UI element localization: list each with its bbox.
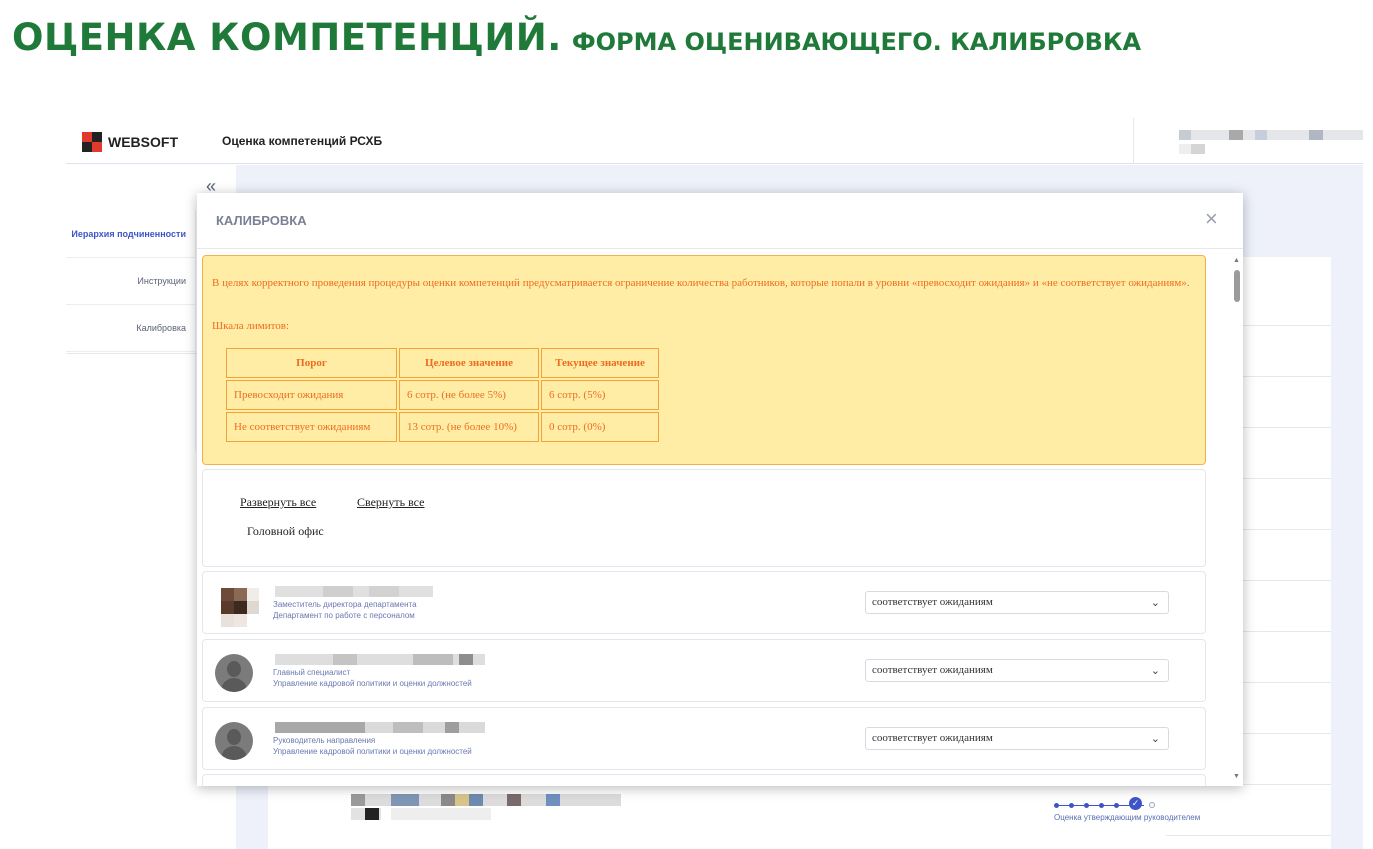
collapse-all-link[interactable]: Свернуть все [357,495,424,510]
header-divider [1133,118,1134,164]
slide-subtitle: ФОРМА ОЦЕНИВАЮЩЕГО. КАЛИБРОВКА [571,28,1142,56]
limits-cell: Превосходит ожидания [226,380,397,410]
blurred-employee-name [273,654,488,665]
chevron-down-icon: ⌄ [1150,664,1160,677]
rating-select[interactable]: соответствует ожиданиям ⌄ [865,659,1169,682]
stage-label: Оценка утверждающим руководителем [1054,813,1201,822]
stepper-dot [1114,803,1119,808]
avatar [221,588,263,627]
hierarchy-tree: Развернуть все Свернуть все Головной офи… [202,469,1206,567]
employee-position: Заместитель директора департамента [273,600,417,609]
rating-select-value: соответствует ожиданиям [872,732,993,744]
limits-header-current: Текущее значение [541,348,659,378]
avatar-placeholder-icon [215,654,253,692]
sidebar-item-instructions[interactable]: Инструкции [66,258,196,305]
limits-table: Порог Целевое значение Текущее значение … [224,346,661,444]
modal-scrollbar[interactable]: ▲ ▼ [1231,256,1243,783]
stepper-dot [1054,803,1059,808]
limits-cell: 6 сотр. (не более 5%) [399,380,539,410]
close-icon[interactable]: × [1205,207,1218,231]
rating-select-value: соответствует ожиданиям [872,596,993,608]
employee-position: Руководитель направления [273,736,376,745]
stepper-dot [1099,803,1104,808]
brand-name: WEBSOFT [108,134,178,150]
slide-title: ОЦЕНКА КОМПЕТЕНЦИЙ. ФОРМА ОЦЕНИВАЮЩЕГО. К… [12,16,1141,59]
sidebar-item-hierarchy[interactable]: Иерархия подчиненности [66,211,196,258]
limits-cell: 6 сотр. (5%) [541,380,659,410]
employee-department: Управление кадровой политики и оценки до… [273,747,472,756]
background-row-divider [1166,835,1331,836]
blurred-employee-name [273,722,488,733]
rating-select[interactable]: соответствует ожиданиям ⌄ [865,727,1169,750]
modal-header: КАЛИБРОВКА × [197,193,1243,249]
limits-cell: Не соответствует ожиданиям [226,412,397,442]
sidebar: Иерархия подчиненности Инструкции Калибр… [66,211,196,451]
chevron-down-icon: ⌄ [1150,732,1160,745]
blurred-employee-name [351,790,621,826]
employee-department: Департамент по работе с персоналом [273,611,415,620]
employee-card [202,774,1206,786]
stepper-dot [1069,803,1074,808]
rating-select-value: соответствует ожиданиям [872,664,993,676]
chevron-down-icon: ⌄ [1150,596,1160,609]
limits-cell: 13 сотр. (не более 10%) [399,412,539,442]
limits-alert: В целях корректного проведения процедуры… [202,255,1206,465]
limits-row: Не соответствует ожиданиям 13 сотр. (не … [226,412,659,442]
alert-text: В целях корректного проведения процедуры… [212,277,1190,289]
scroll-up-icon[interactable]: ▲ [1233,256,1240,264]
sidebar-item-calibration[interactable]: Калибровка [66,305,196,352]
limits-header-target: Целевое значение [399,348,539,378]
employee-card: Главный специалист Управление кадровой п… [202,639,1206,702]
employee-position: Главный специалист [273,668,351,677]
app-title: Оценка компетенций РСХБ [222,134,383,148]
check-icon: ✓ [1129,797,1142,810]
rating-select[interactable]: соответствует ожиданиям ⌄ [865,591,1169,614]
modal-title: КАЛИБРОВКА [216,213,307,228]
modal-body: ▲ ▼ В целях корректного проведения проце… [197,250,1243,786]
stepper-dot [1084,803,1089,808]
limits-row: Превосходит ожидания 6 сотр. (не более 5… [226,380,659,410]
employee-card: Заместитель директора департамента Депар… [202,571,1206,634]
stepper-dot-pending [1149,802,1155,808]
employee-card: Руководитель направления Управление кадр… [202,707,1206,770]
approval-stepper: ✓ [1054,797,1159,811]
blurred-user-info[interactable] [1179,130,1363,158]
scale-label: Шкала лимитов: [212,320,290,332]
blurred-employee-name [273,586,488,597]
limits-header-threshold: Порог [226,348,397,378]
top-bar: WEBSOFT Оценка компетенций РСХБ [66,118,1363,164]
limits-cell: 0 сотр. (0%) [541,412,659,442]
employee-department: Управление кадровой политики и оценки до… [273,679,472,688]
tree-node-head-office[interactable]: Головной офис [247,524,324,539]
expand-all-link[interactable]: Развернуть все [240,495,316,510]
avatar-placeholder-icon [215,722,253,760]
scrollbar-thumb[interactable] [1234,270,1240,302]
scroll-down-icon[interactable]: ▼ [1233,772,1240,780]
slide-main-title: ОЦЕНКА КОМПЕТЕНЦИЙ. [12,16,562,59]
calibration-modal: КАЛИБРОВКА × ▲ ▼ В целях корректного про… [197,193,1243,786]
websoft-logo-icon [82,132,102,152]
